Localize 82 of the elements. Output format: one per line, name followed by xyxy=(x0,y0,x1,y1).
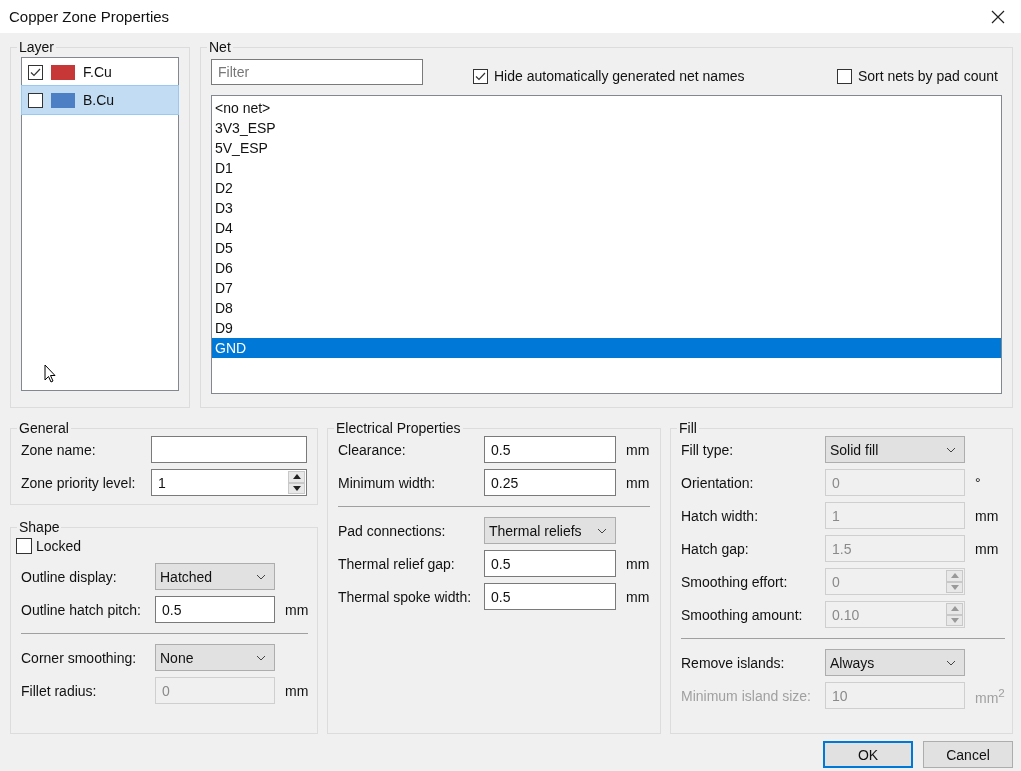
checkbox[interactable] xyxy=(28,64,43,80)
net-item[interactable]: D1 xyxy=(212,158,1001,178)
field-label: Hatch gap: xyxy=(681,540,750,557)
input-field[interactable]: 0.5 xyxy=(484,550,616,577)
group-title: General xyxy=(18,420,70,436)
layer-name: F.Cu xyxy=(83,64,112,80)
net-item[interactable]: D8 xyxy=(212,298,1001,318)
close-icon xyxy=(991,9,1005,24)
layer-name: B.Cu xyxy=(83,92,115,108)
field-label: Outline hatch pitch: xyxy=(21,601,142,618)
chevron-down-icon xyxy=(597,527,607,534)
mouse-pointer-icon xyxy=(44,364,56,383)
unit-label: mm xyxy=(625,588,650,605)
field-label: Clearance: xyxy=(338,441,407,458)
unit-label: mm xyxy=(284,682,309,699)
layer-item[interactable]: B.Cu xyxy=(22,86,178,114)
group-title: Shape xyxy=(18,519,61,535)
chevron-down-icon xyxy=(946,659,956,666)
ok-button[interactable]: OK xyxy=(823,741,913,768)
unit-label: mm xyxy=(284,601,309,618)
chevron-down-icon xyxy=(256,654,266,661)
unit-label: mm xyxy=(974,507,1000,524)
cancel-button[interactable]: Cancel xyxy=(923,741,1013,768)
field-label: Minimum island size: xyxy=(681,687,812,704)
field-label: Thermal spoke width: xyxy=(338,588,473,605)
layer-item[interactable]: F.Cu xyxy=(22,58,178,86)
input-field[interactable]: 0.5 xyxy=(484,436,616,463)
unit-label: ° xyxy=(974,474,982,491)
window-title: Copper Zone Properties xyxy=(9,8,170,25)
field-label: Corner smoothing: xyxy=(21,649,138,666)
unit-label: mm xyxy=(625,555,650,572)
input-field[interactable]: 0.25 xyxy=(484,469,616,496)
net-item[interactable]: D7 xyxy=(212,278,1001,298)
field-label: Fill type: xyxy=(681,441,735,458)
field-label: Zone name: xyxy=(21,441,97,458)
unit-label: mm xyxy=(625,474,650,491)
net-item[interactable]: 5V_ESP xyxy=(212,138,1001,158)
checkbox[interactable] xyxy=(836,68,852,84)
checkbox[interactable] xyxy=(473,68,488,84)
group-title: Net xyxy=(208,39,232,55)
input-field[interactable] xyxy=(151,436,307,463)
input-field[interactable]: 0.5 xyxy=(155,596,275,623)
group-title: Electrical Properties xyxy=(335,420,462,436)
checkbox[interactable] xyxy=(16,538,32,554)
field-label: Pad connections: xyxy=(338,522,447,539)
dropdown[interactable]: None xyxy=(155,644,275,671)
field-label: Hatch width: xyxy=(681,507,760,524)
chevron-down-icon xyxy=(946,446,956,453)
net-item[interactable]: <no net> xyxy=(212,98,1001,118)
input-field[interactable]: 0.5 xyxy=(484,583,616,610)
checkbox-label: Sort nets by pad count xyxy=(857,68,998,84)
dropdown[interactable]: Hatched xyxy=(155,563,275,590)
unit-label: mm xyxy=(625,441,650,458)
net-item[interactable]: D6 xyxy=(212,258,1001,278)
group-title: Fill xyxy=(678,420,698,436)
checkbox[interactable] xyxy=(28,92,43,108)
dropdown[interactable]: Solid fill xyxy=(825,436,965,463)
unit-label: mm xyxy=(974,540,1000,557)
net-item[interactable]: 3V3_ESP xyxy=(212,118,1001,138)
field-label: Zone priority level: xyxy=(21,474,137,491)
checkbox-label: Hide automatically generated net names xyxy=(494,68,745,84)
filter-field[interactable]: Filter xyxy=(211,59,423,85)
dropdown[interactable]: Thermal reliefs xyxy=(484,517,616,544)
field-label: Thermal relief gap: xyxy=(338,555,456,572)
field-label: Fillet radius: xyxy=(21,682,98,699)
field-label: Orientation: xyxy=(681,474,755,491)
field-label: Remove islands: xyxy=(681,654,786,671)
field-label: Smoothing effort: xyxy=(681,573,789,590)
net-item[interactable]: D3 xyxy=(212,198,1001,218)
field-label: Minimum width: xyxy=(338,474,437,491)
chevron-down-icon xyxy=(256,573,266,580)
net-item[interactable]: D2 xyxy=(212,178,1001,198)
net-item[interactable]: D5 xyxy=(212,238,1001,258)
net-item[interactable]: D9 xyxy=(212,318,1001,338)
checkbox-label: Locked xyxy=(36,538,82,554)
dropdown[interactable]: Always xyxy=(825,649,965,676)
field-label: Outline display: xyxy=(21,568,118,585)
group-title: Layer xyxy=(18,39,56,55)
net-item[interactable]: D4 xyxy=(212,218,1001,238)
unit-label: mm$^{2}$ xyxy=(974,685,1005,706)
net-item[interactable]: GND xyxy=(212,338,1001,358)
field-label: Smoothing amount: xyxy=(681,606,804,623)
